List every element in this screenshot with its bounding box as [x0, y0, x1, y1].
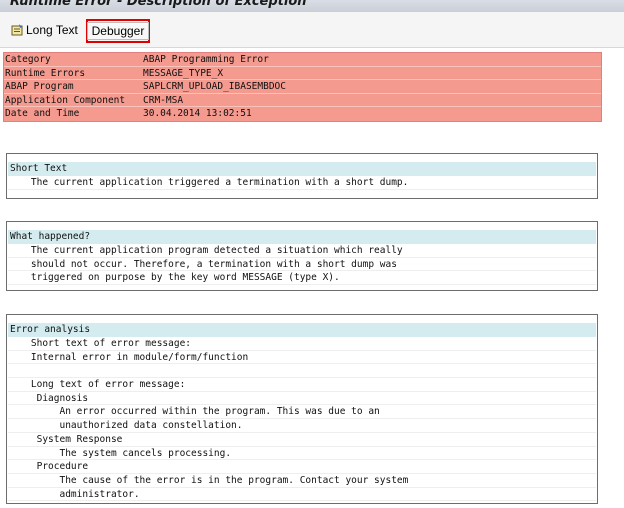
section-line: System Response — [8, 433, 596, 447]
error-analysis-section: Error analysis Short text of error messa… — [6, 314, 598, 504]
section-line: An error occurred within the program. Th… — [8, 405, 596, 420]
info-key: Runtime Errors — [5, 67, 86, 79]
section-header: Error analysis — [8, 323, 596, 337]
section-line: Short text of error message: — [8, 337, 596, 351]
info-key: Application Component — [5, 94, 126, 106]
info-value: CRM-MSA — [143, 94, 184, 106]
section-line: The system cancels processing. — [8, 447, 596, 461]
info-key: Category — [5, 54, 51, 65]
section-line: administrator. — [8, 488, 596, 502]
info-value: SAPLCRM_UPLOAD_IBASEMBDOC — [143, 81, 286, 93]
section-line: The current application triggered a term… — [8, 176, 596, 190]
section-line: unauthorized data constellation. — [8, 419, 596, 433]
info-value: ABAP Programming Error — [143, 54, 269, 65]
debugger-button[interactable]: Debugger — [86, 19, 150, 43]
info-key: ABAP Program — [5, 81, 74, 93]
info-row-application-component: Application Component CRM-MSA — [4, 93, 601, 108]
info-row-date-time: Date and Time 30.04.2014 13:02:51 — [4, 107, 601, 121]
error-info-table: Category ABAP Programming Error Runtime … — [3, 52, 602, 122]
long-text-button[interactable]: Long Text — [10, 20, 78, 40]
long-text-label: Long Text — [26, 23, 78, 37]
what-happened-section: What happened? The current application p… — [6, 221, 598, 291]
info-key: Date and Time — [5, 108, 80, 120]
section-line: Procedure — [8, 460, 596, 474]
section-line — [8, 364, 596, 379]
section-header: Short Text — [8, 162, 596, 176]
info-row-abap-program: ABAP Program SAPLCRM_UPLOAD_IBASEMBDOC — [4, 80, 601, 94]
section-line: Long text of error message: — [8, 378, 596, 392]
section-line: The current application program detected… — [8, 244, 596, 258]
section-line: Internal error in module/form/function — [8, 351, 596, 365]
section-line: The cause of the error is in the program… — [8, 474, 596, 488]
debugger-label: Debugger — [86, 22, 150, 40]
info-value: 30.04.2014 13:02:51 — [143, 108, 252, 120]
section-line: Diagnosis — [8, 392, 596, 406]
short-text-section: Short Text The current application trigg… — [6, 153, 598, 199]
info-value: MESSAGE_TYPE_X — [143, 67, 224, 79]
section-line: triggered on purpose by the key word MES… — [8, 271, 596, 286]
info-row-runtime-errors: Runtime Errors MESSAGE_TYPE_X — [4, 66, 601, 81]
title-bar: Runtime Error - Description of Exception — [0, 0, 624, 12]
long-text-icon — [10, 23, 24, 37]
section-line: should not occur. Therefore, a terminati… — [8, 258, 596, 272]
toolbar: Long Text Debugger — [0, 12, 624, 48]
section-header: What happened? — [8, 230, 596, 244]
window-title: Runtime Error - Description of Exception — [10, 0, 307, 9]
info-row-category: Category ABAP Programming Error — [4, 53, 601, 67]
